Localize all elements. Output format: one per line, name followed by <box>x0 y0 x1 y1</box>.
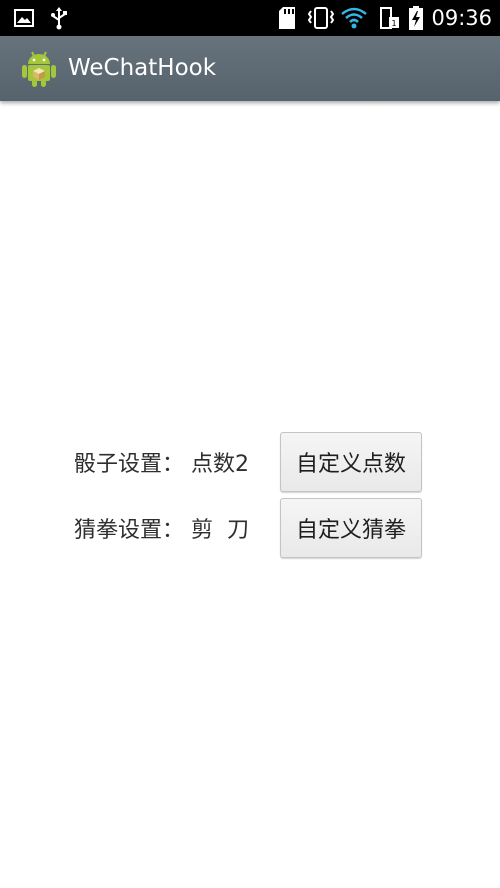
image-icon <box>12 0 36 36</box>
battery-icon <box>406 0 426 36</box>
vibrate-icon <box>306 0 336 36</box>
wifi-icon <box>340 0 368 36</box>
custom-dice-button[interactable]: 自定义点数 <box>280 432 422 492</box>
usb-icon <box>48 0 70 36</box>
status-time: 09:36 <box>431 6 492 30</box>
rps-setting-row: 猜拳设置： 剪 刀 自定义猜拳 <box>74 498 422 558</box>
custom-rps-button[interactable]: 自定义猜拳 <box>280 498 422 558</box>
action-bar: WeChatHook <box>0 36 500 101</box>
svg-text:1: 1 <box>391 19 396 28</box>
sd-card-icon <box>276 0 298 36</box>
sim-icon: 1 <box>378 0 402 36</box>
dice-setting-label: 骰子设置： 点数2 <box>74 452 249 477</box>
rps-setting-label: 猜拳设置： 剪 刀 <box>74 518 249 543</box>
android-icon <box>21 50 57 88</box>
status-bar: 1 09:36 <box>0 0 500 36</box>
app-title: WeChatHook <box>68 55 217 81</box>
dice-setting-row: 骰子设置： 点数2 自定义点数 <box>74 432 422 492</box>
